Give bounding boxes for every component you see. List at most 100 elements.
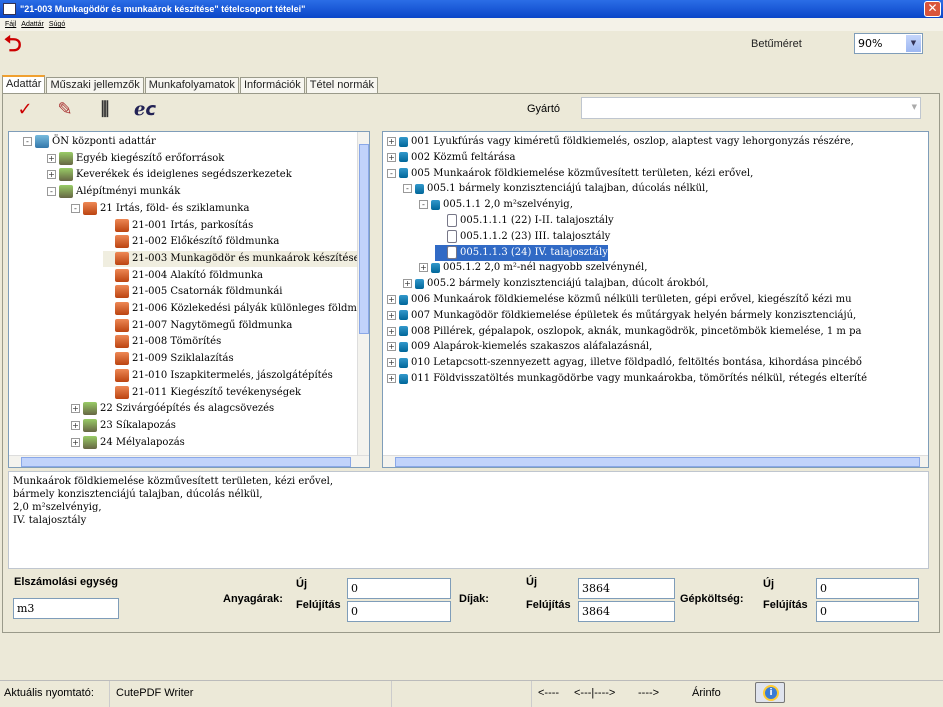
tree-node[interactable]: 21-002 Előkészítő földmunka bbox=[103, 234, 279, 250]
tab-munkafolyamatok[interactable]: Munkafolyamatok bbox=[144, 77, 239, 93]
tab-informaciok[interactable]: Információk bbox=[239, 77, 305, 93]
collapse-icon[interactable]: - bbox=[23, 137, 32, 146]
chevron-down-icon[interactable]: ▼ bbox=[912, 103, 917, 111]
anyag-felujitas-field[interactable]: 0 bbox=[347, 601, 451, 622]
tree-node[interactable]: 21-003 Munkagödör és munkaárok készítése bbox=[103, 250, 360, 267]
expand-icon[interactable]: + bbox=[71, 420, 80, 430]
tree-node[interactable]: 005.1.1.1 (22) I-II. talajosztály bbox=[435, 213, 614, 229]
tree-node[interactable]: +011 Földvisszatöltés munkagödörbe vagy … bbox=[387, 371, 867, 387]
tree-node[interactable]: 21-004 Alakító földmunka bbox=[103, 268, 263, 284]
tree-node[interactable]: 21-008 Tömörítés bbox=[103, 334, 221, 350]
expand-icon[interactable]: + bbox=[387, 374, 396, 383]
tree-node[interactable]: 21-007 Nagytömegű földmunka bbox=[103, 318, 292, 334]
tree-node[interactable]: +22 Szivárgóépítés és alagcsövezés bbox=[71, 401, 274, 417]
tree-node[interactable]: +23 Síkalapozás bbox=[71, 418, 176, 434]
gyarto-select[interactable]: ▼ bbox=[581, 97, 921, 119]
tree-node[interactable]: 21-009 Sziklalazítás bbox=[103, 351, 234, 367]
dij-felujitas-field[interactable]: 3864 bbox=[578, 601, 675, 622]
tree-node-label: 24 Mélyalapozás bbox=[100, 436, 185, 448]
tab-muszaki[interactable]: Műszaki jellemzők bbox=[46, 77, 144, 93]
tab-adattar[interactable]: Adattár bbox=[2, 75, 46, 93]
tree-node[interactable]: +002 Közmű feltárása bbox=[387, 150, 516, 166]
expand-icon[interactable]: + bbox=[47, 153, 56, 163]
scroll-thumb[interactable] bbox=[21, 457, 351, 467]
browser-icon[interactable]: ℯc bbox=[130, 97, 160, 123]
dij-uj-label: Új bbox=[526, 576, 537, 588]
tree-node[interactable]: +010 Letapcsott-szennyezett agyag, illet… bbox=[387, 355, 862, 371]
expand-icon[interactable]: + bbox=[403, 279, 412, 289]
chevron-down-icon[interactable]: ▼ bbox=[906, 35, 921, 52]
title-bar: "21-003 Munkagödör és munkaárok készítés… bbox=[0, 0, 943, 18]
tree-node[interactable]: - ÖN központi adattár bbox=[23, 134, 156, 150]
tree-node[interactable]: + Egyéb kiegészítő erőforrások bbox=[47, 151, 224, 167]
tree-node[interactable]: +001 Lyukfúrás vagy kiméretű földkiemelé… bbox=[387, 134, 854, 150]
tree-node[interactable]: - 005 Munkaárok földkiemelése közművesíte… bbox=[387, 166, 753, 182]
tree-node[interactable]: 005.1.1.3 (24) IV. talajosztály bbox=[435, 244, 608, 261]
nav-prev[interactable]: <---- bbox=[534, 681, 572, 707]
nav-mid[interactable]: <---|----> bbox=[570, 681, 636, 707]
expand-icon[interactable]: + bbox=[387, 310, 396, 320]
gep-uj-field[interactable]: 0 bbox=[816, 578, 919, 599]
menu-adattar[interactable]: Adattár bbox=[21, 21, 44, 28]
expand-icon[interactable]: + bbox=[387, 326, 396, 336]
horizontal-scrollbar[interactable] bbox=[383, 455, 928, 467]
expand-icon[interactable]: + bbox=[387, 342, 396, 352]
scroll-thumb[interactable] bbox=[359, 144, 369, 334]
menu-bar: Fájl Adattár Súgó bbox=[0, 18, 943, 31]
close-button[interactable]: ✕ bbox=[924, 1, 941, 17]
tree-node[interactable]: - 005.1 bármely konzisztenciájú talajban,… bbox=[403, 181, 708, 197]
folder-icon bbox=[59, 151, 73, 165]
expand-icon[interactable]: + bbox=[387, 295, 396, 304]
expand-icon[interactable]: + bbox=[387, 137, 396, 146]
collapse-icon[interactable]: - bbox=[71, 203, 80, 213]
horizontal-scrollbar[interactable] bbox=[9, 455, 369, 467]
tree-node[interactable]: - 21 Irtás, föld- és sziklamunka bbox=[71, 201, 249, 217]
collapse-icon[interactable]: - bbox=[387, 168, 396, 178]
collapse-icon[interactable]: - bbox=[47, 187, 56, 197]
tree-node[interactable]: 21-005 Csatornák földmunkái bbox=[103, 284, 282, 300]
nav-next[interactable]: ----> bbox=[634, 681, 684, 707]
tree-node[interactable]: 21-001 Irtás, parkosítás bbox=[103, 218, 253, 234]
printer-name: CutePDF Writer bbox=[112, 681, 392, 707]
tree-node[interactable]: + Keverékek és ideiglenes segédszerkezete… bbox=[47, 167, 292, 183]
menu-file[interactable]: Fájl bbox=[5, 21, 16, 28]
vertical-scrollbar[interactable] bbox=[357, 132, 369, 467]
tree-node[interactable]: +008 Pillérek, gépalapok, oszlopok, akná… bbox=[387, 324, 861, 340]
expand-icon[interactable]: + bbox=[71, 404, 80, 414]
info-button[interactable]: i bbox=[755, 682, 785, 703]
tree-node[interactable]: 21-010 Iszapkitermelés, jászolgátépítés bbox=[103, 368, 333, 384]
dij-uj-field[interactable]: 3864 bbox=[578, 578, 675, 599]
tree-node[interactable]: 21-011 Kiegészítő tevékenységek bbox=[103, 385, 301, 401]
tree-node[interactable]: - Alépítményi munkák bbox=[47, 184, 180, 200]
chart-icon[interactable]: ⫼ bbox=[90, 97, 120, 123]
tree-node[interactable]: - 005.1.1 2,0 m²szelvényig, bbox=[419, 197, 573, 213]
expand-icon[interactable]: + bbox=[71, 437, 80, 447]
expand-icon[interactable]: + bbox=[387, 358, 396, 368]
collapse-icon[interactable]: - bbox=[403, 184, 412, 194]
expand-icon[interactable]: + bbox=[419, 263, 428, 273]
font-size-select[interactable]: 90% ▼ bbox=[854, 33, 923, 54]
checkmark-icon[interactable]: ✓ bbox=[10, 97, 40, 123]
elszamolasi-field[interactable]: m3 bbox=[13, 598, 119, 619]
expand-icon[interactable]: + bbox=[47, 170, 56, 180]
edit-icon[interactable]: ✎ bbox=[50, 97, 80, 123]
tree-node[interactable]: 21-006 Közlekedési pályák különleges föl… bbox=[103, 301, 363, 317]
tree-node[interactable]: +006 Munkaárok földkiemelése közmű nélkü… bbox=[387, 292, 852, 308]
scroll-thumb[interactable] bbox=[395, 457, 920, 467]
tree-node[interactable]: 005.1.1.2 (23) III. talajosztály bbox=[435, 229, 610, 245]
tab-tetel-normak[interactable]: Tétel normák bbox=[305, 77, 378, 93]
gep-felujitas-field[interactable]: 0 bbox=[816, 601, 919, 622]
expand-icon[interactable]: + bbox=[387, 152, 396, 162]
tree-node[interactable]: +009 Alapárok-kiemelés szakaszos aláfala… bbox=[387, 339, 652, 355]
tree-node[interactable]: +007 Munkagödör földkiemelése épületek é… bbox=[387, 308, 856, 324]
tree-node[interactable]: +24 Mélyalapozás bbox=[71, 435, 185, 451]
tree-node-label: 21-007 Nagytömegű földmunka bbox=[132, 319, 293, 331]
menu-help[interactable]: Súgó bbox=[49, 21, 65, 28]
tree-node[interactable]: +005.1.2 2,0 m²-nél nagyobb szelvénynél, bbox=[419, 260, 647, 276]
collapse-icon[interactable]: - bbox=[419, 200, 428, 210]
tree-node[interactable]: +005.2 bármely konzisztenciájú talajban,… bbox=[403, 276, 709, 292]
back-arrow-icon[interactable]: ⮌ bbox=[4, 34, 34, 58]
anyag-uj-field[interactable]: 0 bbox=[347, 578, 451, 599]
item-tree[interactable]: +001 Lyukfúrás vagy kiméretű földkiemelé… bbox=[382, 131, 929, 468]
category-tree[interactable]: - ÖN központi adattár + Egyéb kiegészítő er… bbox=[8, 131, 370, 468]
